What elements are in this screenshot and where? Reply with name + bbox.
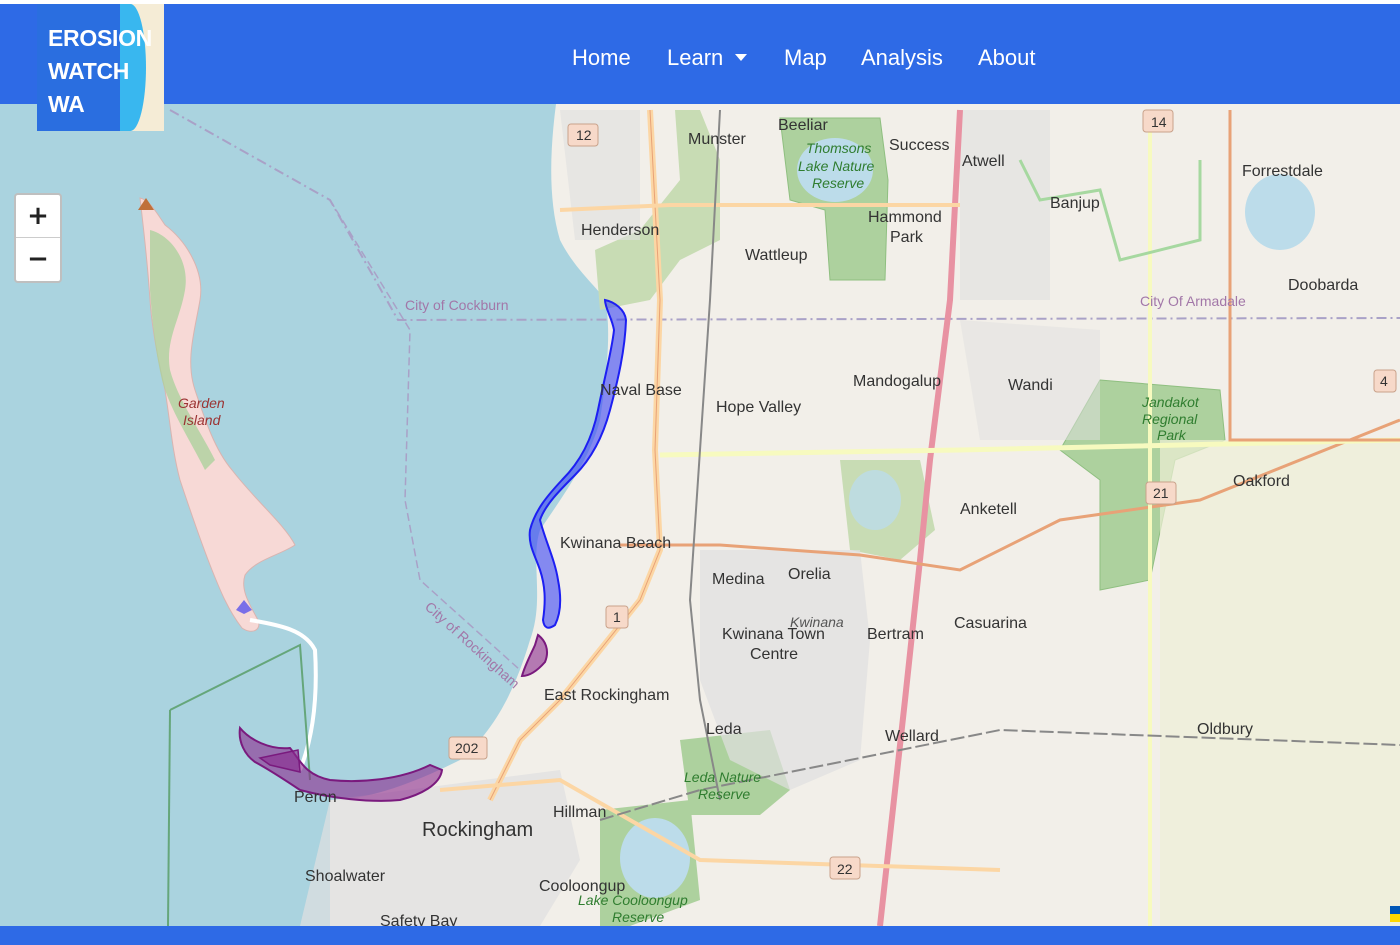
label-city-cockburn: City of Cockburn [405,297,508,313]
label-kwinana-park: Kwinana [790,614,844,630]
label-safety-bay: Safety Bay [380,913,457,926]
label-thomsons-1: Thomsons [806,140,871,156]
nav-home[interactable]: Home [572,44,631,72]
label-jandakot-2: Regional [1142,411,1198,427]
footer-bar [0,926,1400,945]
label-henderson: Henderson [581,222,659,239]
label-hammond-park: Park [890,229,924,246]
label-orelia: Orelia [788,566,831,583]
label-leda-reserve-1: Leda Nature [684,769,761,785]
label-forrestdale: Forrestdale [1242,163,1323,180]
chevron-down-icon [735,53,748,61]
label-beeliar: Beeliar [778,117,828,134]
label-success: Success [889,137,949,154]
label-atwell: Atwell [962,153,1005,170]
label-leda-reserve-2: Reserve [698,786,750,802]
label-kwinana-centre: Centre [750,646,798,663]
route-shield-22: 22 [829,856,861,880]
route-shield-14: 14 [1142,109,1174,133]
label-cooloongup-reserve-1: Lake Cooloongup [578,892,688,908]
nav-learn-label: Learn [667,45,724,70]
nav-about[interactable]: About [978,44,1036,72]
label-cooloongup-reserve-2: Reserve [612,909,664,925]
label-rockingham: Rockingham [422,819,533,841]
rural-area [1160,440,1400,926]
label-munster: Munster [688,131,746,148]
label-kwinana-beach: Kwinana Beach [560,535,671,552]
zoom-out-button[interactable]: − [16,238,60,280]
label-garden-island-1: Garden [178,395,225,411]
nav-learn[interactable]: Learn [667,44,748,72]
label-east-rockingham: East Rockingham [544,687,669,704]
route-shield-4: 4 [1373,369,1397,393]
map-tiles: 12 14 4 21 1 202 22 Munster Beeliar Succ… [0,104,1400,926]
label-casuarina: Casuarina [954,615,1027,632]
label-jandakot-1: Jandakot [1141,394,1200,410]
site-logo[interactable]: EROSION WATCH WA [37,4,164,131]
route-shield-12: 12 [567,123,599,147]
route-1-label: 1 [613,609,621,625]
route-shield-202: 202 [448,736,488,760]
label-peron: Peron [294,789,337,806]
label-shoalwater: Shoalwater [305,868,386,885]
label-bertram: Bertram [867,626,924,643]
label-wellard: Wellard [885,728,939,745]
label-mandogalup: Mandogalup [853,373,941,390]
label-naval-base: Naval Base [600,382,682,399]
route-4-label: 4 [1380,373,1388,389]
route-202-label: 202 [455,740,479,756]
label-thomsons-3: Reserve [812,175,864,191]
label-doobarda: Doobarda [1288,277,1358,294]
route-22-label: 22 [837,861,853,877]
route-12-label: 12 [576,127,592,143]
atwell-suburbs [960,110,1050,300]
zoom-in-button[interactable]: + [16,195,60,238]
label-hope-valley: Hope Valley [716,399,801,416]
logo-text: EROSION WATCH WA [48,25,152,117]
route-14-label: 14 [1151,114,1167,130]
label-wattleup: Wattleup [745,247,808,264]
nav-analysis[interactable]: Analysis [861,44,943,72]
route-21-label: 21 [1153,485,1169,501]
label-jandakot-3: Park [1157,427,1187,443]
label-hillman: Hillman [553,804,606,821]
nav-map[interactable]: Map [784,44,827,72]
label-anketell: Anketell [960,501,1017,518]
main-nav: Home Learn Map Analysis About [0,4,1400,104]
map-view[interactable]: 12 14 4 21 1 202 22 Munster Beeliar Succ… [0,104,1400,926]
label-medina: Medina [712,571,765,588]
label-oldbury: Oldbury [1197,721,1253,738]
label-thomsons-2: Lake Nature [798,158,874,174]
label-oakford: Oakford [1233,473,1290,490]
label-garden-island-2: Island [183,412,222,428]
label-hammond: Hammond [868,209,942,226]
label-wandi: Wandi [1008,377,1053,394]
route-shield-21: 21 [1145,481,1177,505]
wetland-lake [849,470,901,530]
zoom-control: + − [14,193,62,283]
route-shield-1: 1 [605,605,629,629]
label-city-armadale: City Of Armadale [1140,293,1246,309]
label-banjup: Banjup [1050,195,1100,212]
lake-cooloongup [620,818,690,898]
forrestdale-lake [1245,174,1315,250]
label-leda: Leda [706,721,742,738]
ukraine-flag-icon [1390,906,1400,922]
